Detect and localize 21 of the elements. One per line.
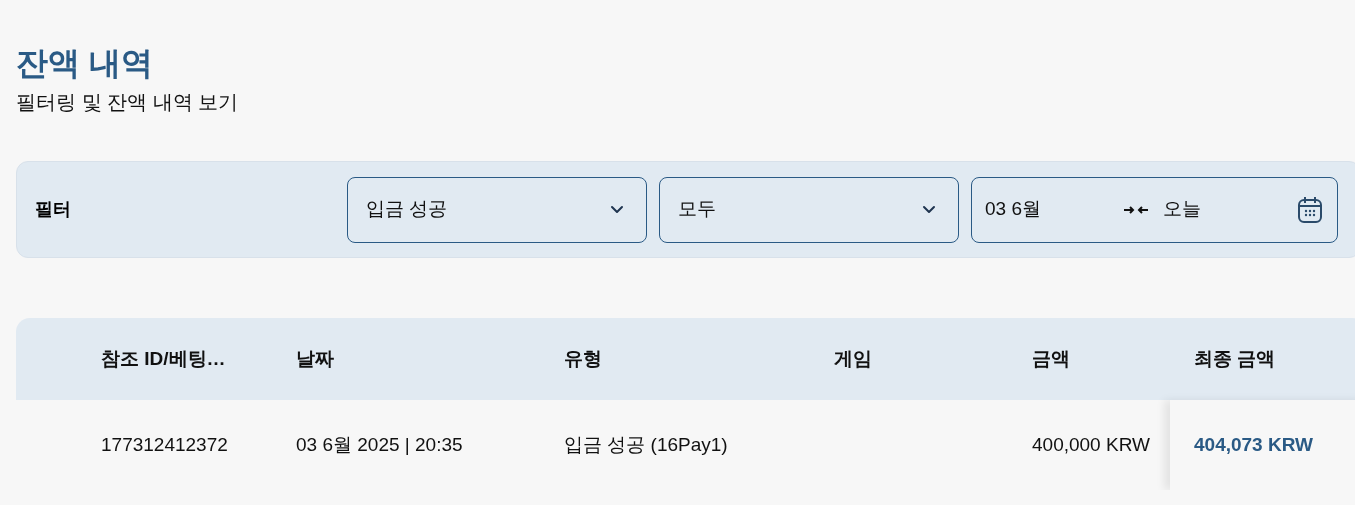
column-header: 금액: [1032, 347, 1070, 369]
calendar-icon: [1297, 195, 1323, 224]
table-cell-text: 404,073 KRW: [1194, 432, 1313, 457]
table-cell-text: 입금 성공 (16Pay1): [564, 432, 728, 457]
column-header: 유형: [564, 347, 602, 369]
arrows-inward-icon: [1123, 204, 1149, 215]
dropdown-select[interactable]: 모두: [659, 176, 959, 243]
page-title: 잔액 내역: [16, 44, 153, 83]
dropdown-select[interactable]: 입금 성공: [347, 176, 647, 243]
column-header: 날짜: [296, 347, 334, 369]
chevron-down-icon: [610, 205, 624, 214]
column-header: 최종 금액: [1194, 347, 1276, 369]
chevron-down-icon: [922, 205, 936, 214]
table-cell-text: 400,000 KRW: [1032, 432, 1150, 457]
column-header: 게임: [834, 347, 872, 369]
column-header: 참조 ID/베팅…: [101, 347, 226, 369]
page-subtitle: 필터링 및 잔액 내역 보기: [16, 90, 239, 115]
table-cell-text: 03 6월 2025 | 20:35: [296, 432, 463, 457]
table-cell-text: 177312412372: [101, 432, 228, 457]
date-range-field[interactable]: 03 6월 오늘: [971, 176, 1338, 243]
filter-label: 필터: [35, 198, 72, 221]
